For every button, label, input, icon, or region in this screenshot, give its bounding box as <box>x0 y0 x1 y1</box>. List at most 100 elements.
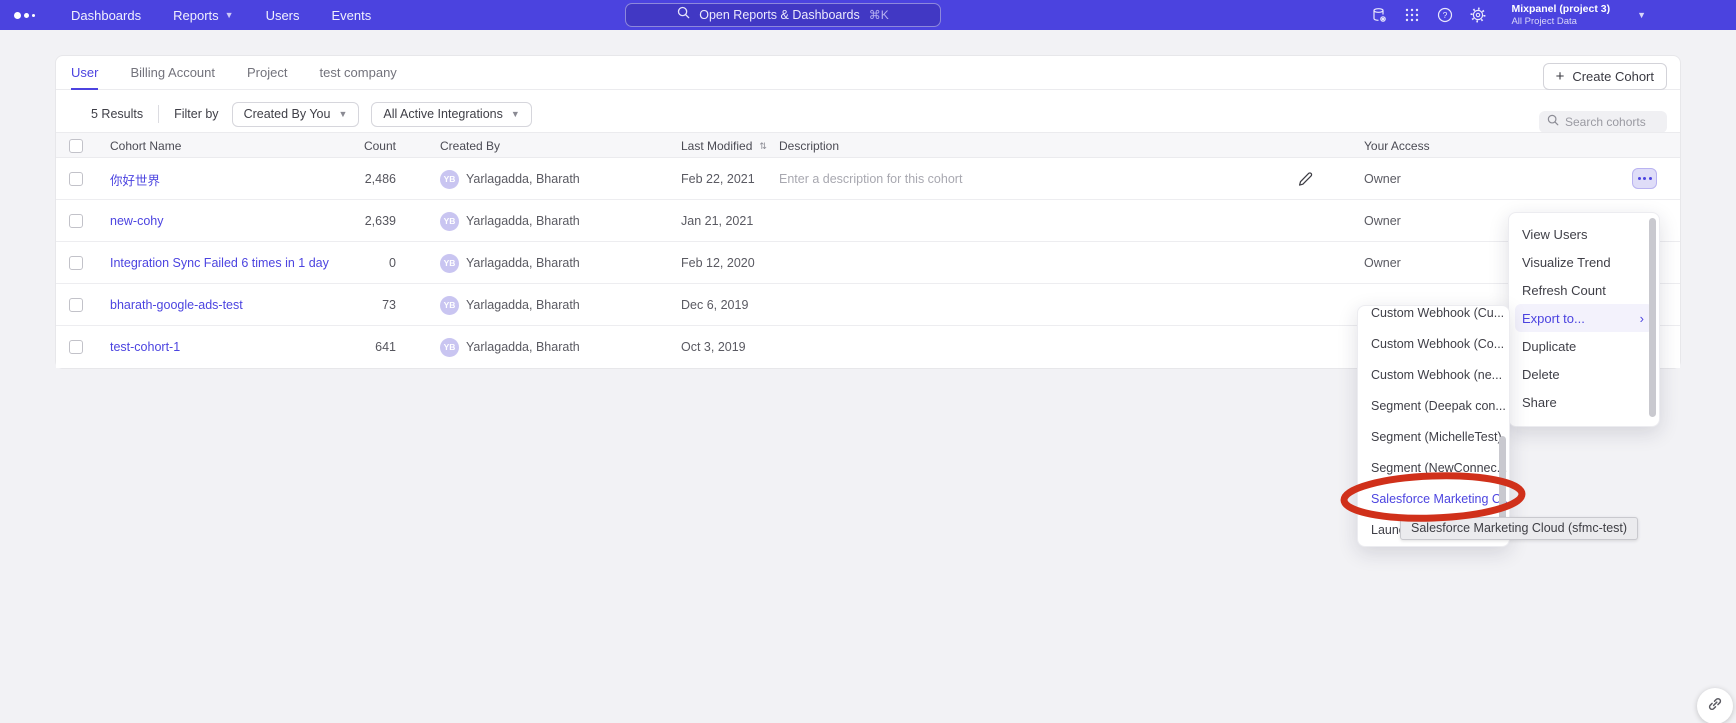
submenu-item-custom-webhook-1[interactable]: Custom Webhook (Cu... <box>1358 305 1509 328</box>
row-checkbox[interactable] <box>69 284 83 326</box>
settings-gear-icon[interactable] <box>1470 7 1486 23</box>
avatar: YB <box>440 200 459 242</box>
cohort-search-input[interactable] <box>1565 115 1657 129</box>
created-by-value: Yarlagadda, Bharath <box>466 326 580 368</box>
select-all-checkbox[interactable] <box>69 133 83 159</box>
header-created-by[interactable]: Created By <box>440 133 500 159</box>
created-by-value: Yarlagadda, Bharath <box>466 200 580 242</box>
cohort-name-link[interactable]: bharath-google-ads-test <box>110 284 243 326</box>
apps-grid-icon[interactable] <box>1404 7 1420 23</box>
chevron-right-icon: › <box>1640 311 1644 326</box>
avatar: YB <box>440 284 459 326</box>
edit-description-pencil-icon[interactable] <box>1296 170 1314 188</box>
submenu-item-segment-3[interactable]: Segment (NewConnec... <box>1358 452 1509 483</box>
global-search-placeholder: Open Reports & Dashboards <box>699 8 860 22</box>
chevron-down-icon[interactable]: ▼ <box>1637 10 1646 20</box>
access-value: Owner <box>1364 242 1401 284</box>
cohort-name-link[interactable]: new-cohy <box>110 200 164 242</box>
cohort-count: 641 <box>286 326 396 368</box>
link-icon <box>1707 696 1723 717</box>
row-actions-button[interactable] <box>1632 168 1657 189</box>
chevron-down-icon: ▼ <box>225 10 234 20</box>
last-modified-value: Feb 22, 2021 <box>681 158 755 200</box>
search-icon <box>1547 113 1559 131</box>
submenu-item-salesforce-marketing-cloud[interactable]: Salesforce Marketing C... <box>1358 483 1509 514</box>
row-actions-menu: View Users Visualize Trend Refresh Count… <box>1508 212 1660 427</box>
table-row: new-cohy 2,639 YB Yarlagadda, Bharath Ja… <box>56 200 1680 242</box>
cohort-name-link[interactable]: test-cohort-1 <box>110 326 180 368</box>
share-link-button[interactable] <box>1697 688 1733 723</box>
plus-icon: + <box>1556 68 1565 85</box>
header-your-access: Your Access <box>1364 133 1430 159</box>
mixpanel-logo-icon <box>14 12 35 19</box>
last-modified-value: Oct 3, 2019 <box>681 326 746 368</box>
sort-icon: ⇅ <box>759 141 767 152</box>
menu-item-visualize-trend[interactable]: Visualize Trend <box>1509 248 1659 276</box>
row-checkbox[interactable] <box>69 158 83 200</box>
keyboard-shortcut: ⌘K <box>869 8 889 22</box>
created-by-value: Yarlagadda, Bharath <box>466 158 580 200</box>
header-last-modified[interactable]: Last Modified⇅ <box>681 133 767 159</box>
nav-item-reports[interactable]: Reports▼ <box>173 8 233 23</box>
menu-item-view-users[interactable]: View Users <box>1509 220 1659 248</box>
divider <box>158 105 159 123</box>
last-modified-value: Feb 12, 2020 <box>681 242 755 284</box>
export-submenu: Custom Webhook (Cu... Custom Webhook (Co… <box>1357 305 1510 547</box>
description-placeholder[interactable]: Enter a description for this cohort <box>779 158 962 200</box>
nav-item-users[interactable]: Users <box>266 8 300 23</box>
menu-item-duplicate[interactable]: Duplicate <box>1509 332 1659 360</box>
header-description: Description <box>779 133 839 159</box>
chevron-down-icon: ▼ <box>338 109 347 119</box>
global-search-bar[interactable]: Open Reports & Dashboards ⌘K <box>625 3 941 27</box>
table-row: Integration Sync Failed 6 times in 1 day… <box>56 242 1680 284</box>
menu-item-export-to[interactable]: Export to... › <box>1515 304 1653 332</box>
create-cohort-button[interactable]: + Create Cohort <box>1543 63 1667 90</box>
submenu-item-segment-2[interactable]: Segment (MichelleTest) <box>1358 421 1509 452</box>
created-by-filter[interactable]: Created By You ▼ <box>232 102 360 127</box>
top-nav: Dashboards Reports▼ Users Events Open Re… <box>0 0 1736 30</box>
header-count[interactable]: Count <box>286 133 396 159</box>
table-header: Cohort Name Count Created By Last Modifi… <box>56 132 1680 158</box>
filter-by-label: Filter by <box>174 107 218 121</box>
nav-item-dashboards[interactable]: Dashboards <box>71 8 141 23</box>
submenu-item-segment-1[interactable]: Segment (Deepak con... <box>1358 390 1509 421</box>
integrations-filter[interactable]: All Active Integrations ▼ <box>371 102 531 127</box>
submenu-item-custom-webhook-3[interactable]: Custom Webhook (ne... <box>1358 359 1509 390</box>
last-modified-value: Jan 21, 2021 <box>681 200 753 242</box>
cohort-type-tabs: User Billing Account Project test compan… <box>56 56 1680 90</box>
avatar: YB <box>440 158 459 200</box>
tab-billing-account[interactable]: Billing Account <box>130 56 215 90</box>
row-checkbox[interactable] <box>69 242 83 284</box>
cohort-count: 0 <box>286 242 396 284</box>
nav-item-events[interactable]: Events <box>332 8 372 23</box>
help-icon[interactable]: ? <box>1437 7 1453 23</box>
avatar: YB <box>440 242 459 284</box>
cohort-count: 73 <box>286 284 396 326</box>
menu-item-delete[interactable]: Delete <box>1509 360 1659 388</box>
last-modified-value: Dec 6, 2019 <box>681 284 748 326</box>
tab-project[interactable]: Project <box>247 56 287 90</box>
project-switcher[interactable]: Mixpanel (project 3) All Project Data <box>1511 3 1610 28</box>
search-icon <box>677 6 690 24</box>
created-by-value: Yarlagadda, Bharath <box>466 284 580 326</box>
menu-item-share[interactable]: Share <box>1509 388 1659 416</box>
cohort-name-link[interactable]: 你好世界 <box>110 158 160 200</box>
filter-toolbar: 5 Results Filter by Created By You ▼ All… <box>91 97 544 131</box>
header-cohort-name[interactable]: Cohort Name <box>110 133 181 159</box>
cohort-count: 2,639 <box>286 200 396 242</box>
cohort-search-box[interactable] <box>1539 111 1667 133</box>
row-checkbox[interactable] <box>69 326 83 368</box>
menu-item-refresh-count[interactable]: Refresh Count <box>1509 276 1659 304</box>
created-by-value: Yarlagadda, Bharath <box>466 242 580 284</box>
row-checkbox[interactable] <box>69 200 83 242</box>
chevron-down-icon: ▼ <box>511 109 520 119</box>
submenu-item-custom-webhook-2[interactable]: Custom Webhook (Co... <box>1358 328 1509 359</box>
avatar: YB <box>440 326 459 368</box>
cohort-count: 2,486 <box>286 158 396 200</box>
tab-test-company[interactable]: test company <box>319 56 396 90</box>
data-management-icon[interactable] <box>1371 7 1387 23</box>
menu-scrollbar[interactable] <box>1649 218 1656 417</box>
tab-user[interactable]: User <box>71 56 98 90</box>
table-row: 你好世界 2,486 YB Yarlagadda, Bharath Feb 22… <box>56 158 1680 200</box>
access-value: Owner <box>1364 158 1401 200</box>
